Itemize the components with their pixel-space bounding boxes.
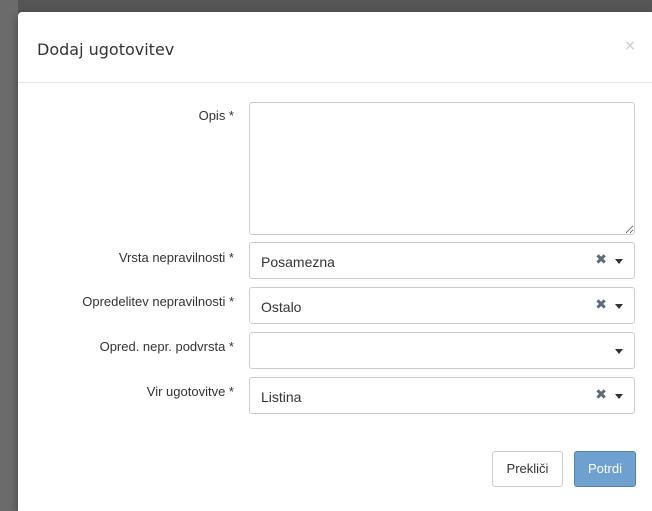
description-label: Opis * (198, 108, 234, 123)
irregularity-determination-label: Opredelitev nepravilnosti * (82, 294, 234, 309)
x-icon[interactable]: ✖ (595, 387, 607, 403)
finding-source-label: Vir ugotovitve * (146, 384, 234, 399)
close-icon[interactable]: × (622, 38, 638, 54)
caret-down-icon[interactable] (615, 394, 623, 399)
irregularity-subtype-label: Opred. nepr. podvrsta * (99, 339, 234, 354)
irregularity-determination-value: Ostalo (261, 299, 302, 315)
caret-down-icon[interactable] (615, 349, 623, 354)
backdrop-left (0, 0, 18, 511)
caret-down-icon[interactable] (615, 304, 623, 309)
finding-source-value: Listina (261, 389, 302, 405)
irregularity-determination-select[interactable]: Ostalo ✖ (249, 287, 635, 324)
backdrop (0, 0, 652, 12)
irregularity-type-select[interactable]: Posamezna ✖ (249, 242, 635, 279)
cancel-button[interactable]: Prekliči (492, 451, 563, 487)
x-icon[interactable]: ✖ (595, 252, 607, 268)
caret-down-icon[interactable] (615, 259, 623, 264)
finding-source-select[interactable]: Listina ✖ (249, 377, 635, 414)
irregularity-type-value: Posamezna (261, 254, 335, 270)
dialog-footer: Prekliči Potrdi (18, 430, 652, 511)
x-icon[interactable]: ✖ (595, 297, 607, 313)
irregularity-subtype-select[interactable] (249, 332, 635, 369)
dialog-header: Dodaj ugotovitev × (18, 12, 652, 83)
add-finding-dialog: Dodaj ugotovitev × Opis * Vrsta nepravil… (18, 12, 652, 511)
confirm-button[interactable]: Potrdi (574, 451, 636, 487)
dialog-title: Dodaj ugotovitev (37, 40, 175, 59)
irregularity-type-label: Vrsta nepravilnosti * (118, 250, 234, 265)
description-textarea[interactable] (249, 102, 635, 235)
